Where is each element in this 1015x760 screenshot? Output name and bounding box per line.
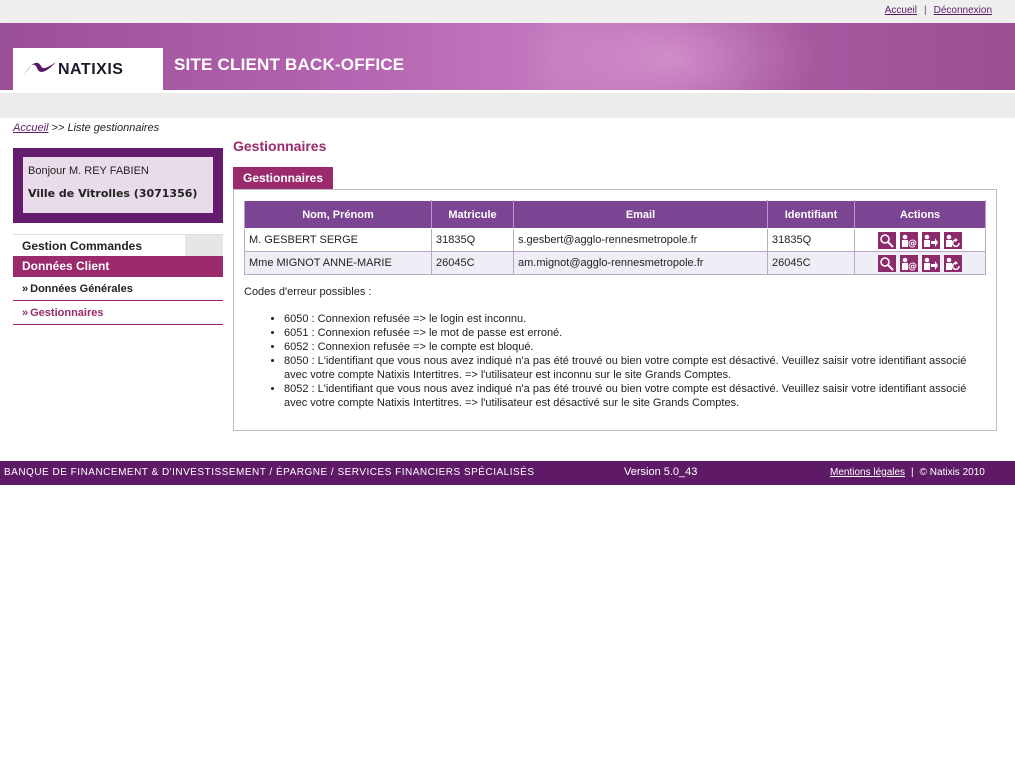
- svg-text:@: @: [908, 262, 917, 271]
- list-item: 6052 : Connexion refusée => le compte es…: [284, 340, 984, 354]
- home-link[interactable]: Accueil: [885, 5, 917, 16]
- chevron-right-icon: »: [22, 307, 29, 319]
- cell-name: Mme MIGNOT ANNE-MARIE: [244, 251, 432, 275]
- view-details-button[interactable]: [878, 254, 896, 272]
- legal-notice-link[interactable]: Mentions légales: [830, 467, 905, 478]
- sidebar-item-gestionnaires[interactable]: » Gestionnaires: [13, 301, 223, 325]
- email-user-button[interactable]: @: [900, 254, 918, 272]
- user-refresh-icon: [946, 257, 960, 270]
- reset-user-button[interactable]: [944, 254, 962, 272]
- list-item: 6050 : Connexion refusée => le login est…: [284, 312, 984, 326]
- magnifier-icon: [880, 233, 894, 248]
- cell-identifiant: 26045C: [767, 251, 855, 275]
- natixis-logo[interactable]: NATIXIS: [13, 48, 163, 90]
- cell-actions: @: [854, 228, 986, 252]
- user-info-box: Bonjour M. REY FABIEN Ville de Vitrolles…: [13, 148, 223, 223]
- table-row: Mme MIGNOT ANNE-MARIE 26045C am.mignot@a…: [244, 251, 986, 275]
- column-header-actions: Actions: [854, 200, 986, 229]
- user-refresh-icon: [946, 234, 960, 247]
- column-header-email: Email: [513, 200, 768, 229]
- list-item: 8050 : L'identifiant que vous nous avez …: [284, 354, 984, 382]
- header-banner: NATIXIS SITE CLIENT BACK-OFFICE: [0, 23, 1015, 90]
- column-header-matricule: Matricule: [431, 200, 514, 229]
- reassign-user-button[interactable]: [922, 254, 940, 272]
- tab-gestionnaires[interactable]: Gestionnaires: [233, 167, 334, 189]
- user-greeting: Bonjour M. REY FABIEN: [28, 165, 149, 177]
- breadcrumb-current: Liste gestionnaires: [67, 122, 160, 134]
- cell-email: am.mignot@agglo-rennesmetropole.fr: [513, 251, 768, 275]
- breadcrumb-home-link[interactable]: Accueil: [13, 122, 48, 134]
- reassign-user-button[interactable]: [922, 231, 940, 249]
- sidebar-section-gestion-commandes[interactable]: Gestion Commandes: [13, 234, 223, 256]
- footer-separator: |: [911, 467, 914, 478]
- sidebar-item-label: Données Générales: [30, 283, 133, 295]
- view-details-button[interactable]: [878, 231, 896, 249]
- user-organization: Ville de Vitrolles (3071356): [28, 187, 198, 200]
- cell-email: s.gesbert@agglo-rennesmetropole.fr: [513, 228, 768, 252]
- top-separator: |: [924, 5, 927, 16]
- email-user-button[interactable]: @: [900, 231, 918, 249]
- cell-actions: @: [854, 251, 986, 275]
- content-panel: Nom, Prénom Matricule Email Identifiant …: [233, 189, 997, 431]
- breadcrumb-separator: >>: [51, 122, 65, 134]
- column-header-name: Nom, Prénom: [244, 200, 432, 229]
- user-email-icon: @: [902, 257, 917, 271]
- managers-table: Nom, Prénom Matricule Email Identifiant …: [244, 200, 986, 275]
- site-title: SITE CLIENT BACK-OFFICE: [174, 55, 405, 74]
- page-title: Gestionnaires: [233, 138, 327, 154]
- cell-name: M. GESBERT SERGE: [244, 228, 432, 252]
- cell-matricule: 31835Q: [431, 228, 514, 252]
- sidebar-menu: Gestion Commandes Données Client » Donnée…: [13, 234, 223, 325]
- sidebar-section-donnees-client[interactable]: Données Client: [13, 256, 223, 277]
- user-email-icon: @: [902, 234, 917, 248]
- sidebar-item-label: Gestionnaires: [30, 307, 104, 319]
- reset-user-button[interactable]: [944, 231, 962, 249]
- top-bar: Accueil | Déconnexion: [0, 0, 1015, 23]
- cell-identifiant: 31835Q: [767, 228, 855, 252]
- sidebar-item-donnees-generales[interactable]: » Données Générales: [13, 277, 223, 301]
- magnifier-icon: [880, 256, 894, 271]
- user-arrow-icon: [924, 257, 938, 270]
- svg-text:@: @: [908, 239, 917, 248]
- footer-links: Mentions légales | © Natixis 2010: [830, 467, 985, 478]
- list-item: 8052 : L'identifiant que vous nous avez …: [284, 382, 984, 410]
- table-row: M. GESBERT SERGE 31835Q s.gesbert@agglo-…: [244, 228, 986, 252]
- natixis-swoosh-icon: [24, 62, 56, 76]
- footer: BANQUE DE FINANCEMENT & D'INVESTISSEMENT…: [0, 461, 1015, 485]
- footer-tagline: BANQUE DE FINANCEMENT & D'INVESTISSEMENT…: [4, 467, 535, 478]
- footer-version: Version 5.0_43: [624, 466, 698, 478]
- column-header-identifiant: Identifiant: [767, 200, 855, 229]
- cell-matricule: 26045C: [431, 251, 514, 275]
- logout-link[interactable]: Déconnexion: [934, 5, 992, 16]
- sub-bar: [0, 90, 1015, 118]
- table-header-row: Nom, Prénom Matricule Email Identifiant …: [244, 200, 986, 229]
- breadcrumb: Accueil >> Liste gestionnaires: [13, 122, 159, 134]
- error-codes-list: 6050 : Connexion refusée => le login est…: [284, 312, 984, 410]
- logo-text: NATIXIS: [58, 61, 124, 78]
- chevron-right-icon: »: [22, 283, 29, 295]
- top-links: Accueil | Déconnexion: [885, 5, 992, 16]
- error-codes-title: Codes d'erreur possibles :: [244, 286, 372, 298]
- footer-copyright: © Natixis 2010: [919, 467, 985, 478]
- list-item: 6051 : Connexion refusée => le mot de pa…: [284, 326, 984, 340]
- user-arrow-icon: [924, 234, 938, 247]
